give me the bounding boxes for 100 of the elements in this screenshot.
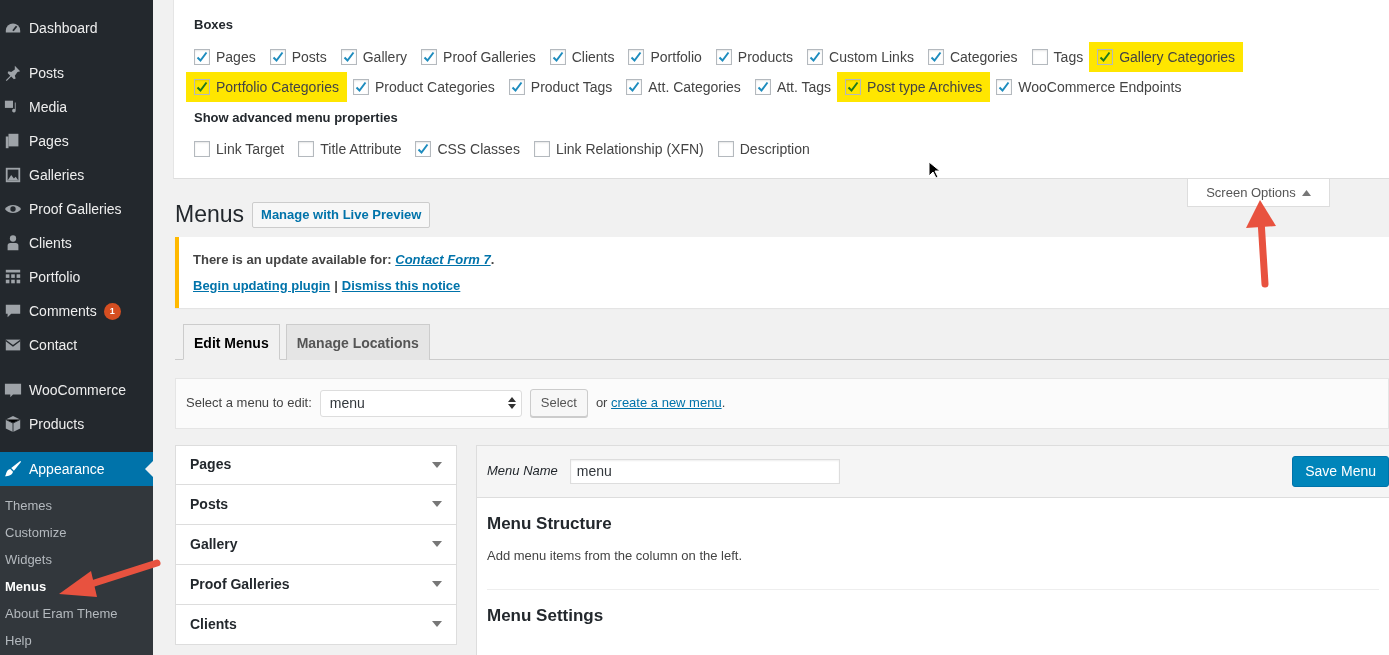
- checkbox-option[interactable]: Link Target: [194, 134, 293, 164]
- sidebar-item[interactable]: Appearance: [0, 452, 153, 486]
- notice-action-link[interactable]: Begin updating plugin: [193, 272, 331, 299]
- submenu-item[interactable]: Themes: [0, 492, 52, 519]
- sidebar-item[interactable]: Contact: [0, 328, 153, 362]
- checkbox[interactable]: [533, 141, 550, 157]
- section-heading: Show advanced menu properties: [194, 109, 399, 127]
- checkbox[interactable]: [194, 49, 210, 65]
- menu-label: Comments: [29, 301, 97, 321]
- submenu-item[interactable]: Help: [0, 627, 32, 654]
- checkbox[interactable]: [754, 79, 771, 95]
- accordion-section[interactable]: Clients: [175, 604, 457, 645]
- current-pointer: [145, 461, 153, 477]
- caret-down-icon: [432, 461, 442, 468]
- submenu-item[interactable]: Menus: [0, 573, 47, 600]
- screen-options-toggle[interactable]: Screen Options: [1187, 179, 1330, 207]
- menu-label: Products: [29, 414, 85, 434]
- checkbox-option[interactable]: Custom Links: [807, 42, 922, 72]
- checkbox[interactable]: [549, 49, 566, 65]
- checkbox-option[interactable]: Att. Tags: [754, 72, 840, 102]
- checkbox-option[interactable]: Post type Archives: [837, 72, 991, 102]
- field-label: Menu Name: [487, 462, 558, 481]
- accordion-section[interactable]: Pages: [175, 444, 457, 485]
- checkbox-option[interactable]: Posts: [269, 42, 335, 72]
- menu-label: Galleries: [29, 165, 85, 185]
- checkbox-option[interactable]: Clients: [549, 42, 623, 72]
- checkbox-option[interactable]: Title Attribute: [298, 134, 410, 164]
- checkbox-option[interactable]: Portfolio Categories: [186, 72, 347, 102]
- checkbox[interactable]: [715, 49, 732, 65]
- checkbox[interactable]: [194, 141, 210, 157]
- checkbox[interactable]: [508, 79, 525, 95]
- checkbox-option[interactable]: Pages: [194, 42, 264, 72]
- checkbox-option[interactable]: Products: [715, 42, 802, 72]
- checkbox[interactable]: [717, 141, 734, 157]
- checkbox-option[interactable]: Portfolio: [628, 42, 710, 72]
- menu-name-field[interactable]: menu: [569, 458, 840, 484]
- menu-label: Appearance: [29, 459, 105, 479]
- sidebar-item[interactable]: Posts: [0, 56, 153, 90]
- checkbox[interactable]: [807, 49, 824, 65]
- submenu-item[interactable]: Widgets: [0, 546, 52, 573]
- checkbox[interactable]: [421, 49, 438, 65]
- checkbox-option[interactable]: Product Categories: [352, 72, 503, 102]
- checkbox[interactable]: [352, 79, 369, 95]
- checkbox[interactable]: [927, 49, 944, 65]
- submenu-item[interactable]: Customize: [0, 519, 67, 546]
- sidebar-item[interactable]: Portfolio: [0, 260, 153, 294]
- checkbox[interactable]: [845, 79, 862, 95]
- tab[interactable]: Edit Menus: [183, 323, 280, 360]
- checkbox-option[interactable]: Description: [717, 134, 818, 164]
- plugin-link[interactable]: Contact Form 7: [395, 251, 491, 267]
- sidebar-item[interactable]: Galleries: [0, 158, 153, 192]
- menu-select[interactable]: menu: [319, 389, 522, 417]
- checkbox-option[interactable]: Link Relationship (XFN): [533, 134, 712, 164]
- checkbox-option[interactable]: Categories: [927, 42, 1026, 72]
- checkbox-option[interactable]: Proof Galleries: [421, 42, 544, 72]
- sidebar-item[interactable]: Comments 1: [0, 294, 153, 328]
- checkbox[interactable]: [194, 79, 210, 95]
- checkbox[interactable]: [1097, 49, 1114, 65]
- notice-action-link[interactable]: Dismiss this notice: [341, 272, 461, 299]
- section-heading: Menu Settings: [487, 606, 605, 627]
- create-menu-link[interactable]: create a new menu: [611, 395, 722, 411]
- sidebar-item[interactable]: Clients: [0, 226, 153, 260]
- menu-label: Proof Galleries: [29, 199, 122, 219]
- menu-label: WooCommerce: [29, 380, 126, 400]
- checkbox[interactable]: [996, 79, 1013, 95]
- checkbox-option[interactable]: CSS Classes: [415, 134, 528, 164]
- checkbox-option[interactable]: WooCommerce Endpoints: [996, 72, 1190, 102]
- checkbox[interactable]: [626, 79, 643, 95]
- checkbox[interactable]: [340, 49, 357, 65]
- checkbox[interactable]: [1031, 49, 1048, 65]
- sidebar-item[interactable]: Pages: [0, 124, 153, 158]
- checkbox-option[interactable]: Gallery Categories: [1089, 42, 1244, 72]
- checkbox-option[interactable]: Tags: [1031, 42, 1092, 72]
- sidebar-item[interactable]: Products: [0, 407, 153, 441]
- menu-label: Media: [29, 97, 68, 117]
- checkbox-option[interactable]: Att. Categories: [626, 72, 749, 102]
- checkbox-option[interactable]: Gallery: [340, 42, 416, 72]
- caret-up-icon: [1301, 189, 1311, 196]
- checkbox[interactable]: [298, 141, 315, 157]
- bubble-icon: [4, 381, 22, 399]
- checkbox[interactable]: [628, 49, 645, 65]
- select-button[interactable]: Select: [529, 389, 588, 418]
- sidebar-item[interactable]: Dashboard: [0, 11, 153, 45]
- submenu-item[interactable]: About Eram Theme: [0, 600, 118, 627]
- tab[interactable]: Manage Locations: [285, 323, 430, 360]
- image-icon: [4, 166, 22, 184]
- sidebar-item[interactable]: WooCommerce: [0, 373, 153, 407]
- checkbox[interactable]: [415, 141, 432, 157]
- caret-down-icon: [432, 621, 442, 628]
- accordion-section[interactable]: Proof Galleries: [175, 564, 457, 605]
- sidebar-item[interactable]: Proof Galleries: [0, 192, 153, 226]
- checkbox[interactable]: [269, 49, 286, 65]
- sidebar-item[interactable]: Media: [0, 90, 153, 124]
- save-menu-button[interactable]: Save Menu: [1292, 455, 1389, 487]
- notice-message: There is an update available for: Contact Form 7.: [193, 250, 496, 269]
- accordion-section[interactable]: Posts: [175, 484, 457, 525]
- accordion-section[interactable]: Gallery: [175, 524, 457, 565]
- menu-label: Posts: [29, 63, 64, 83]
- live-preview-button[interactable]: Manage with Live Preview: [252, 201, 431, 228]
- checkbox-option[interactable]: Product Tags: [508, 72, 621, 102]
